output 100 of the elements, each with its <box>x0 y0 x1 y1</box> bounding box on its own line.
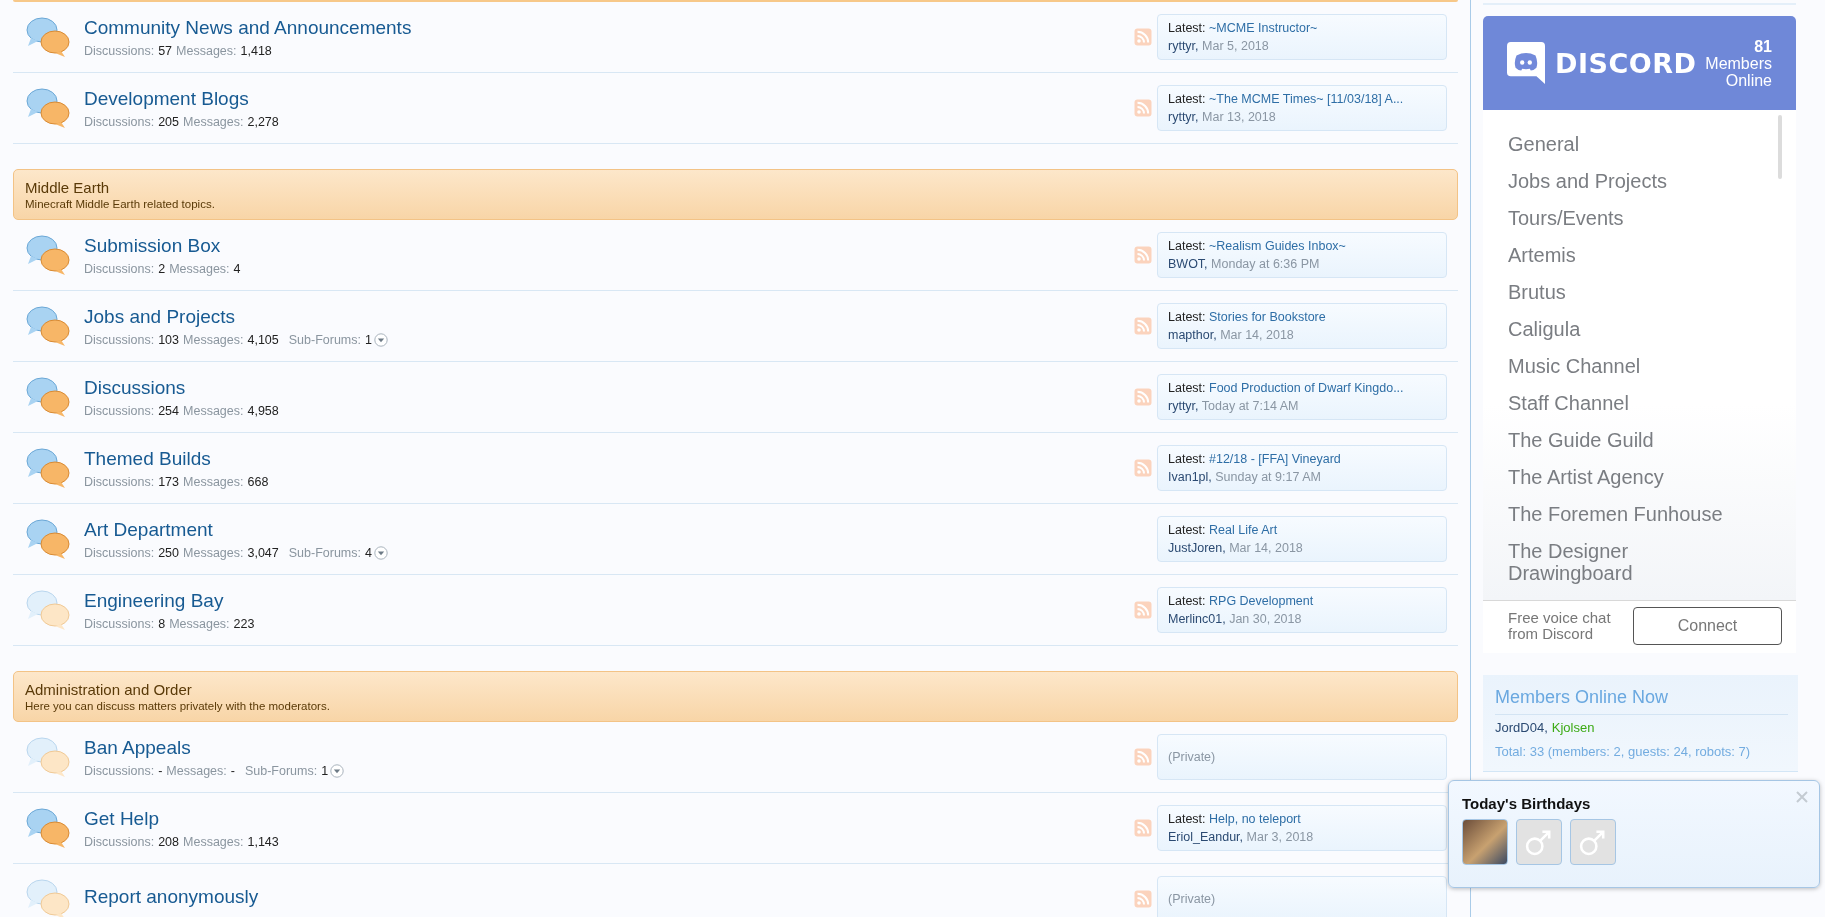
stat-label: Messages: <box>169 261 230 276</box>
default-avatar[interactable] <box>1570 819 1616 865</box>
forum-title-link[interactable]: Get Help <box>84 807 159 830</box>
username-link[interactable]: Merlinc01, <box>1168 612 1226 626</box>
channel-item[interactable]: The Guide Guild <box>1508 424 1743 456</box>
post-date: Monday at 6:36 PM <box>1211 257 1320 271</box>
rss-feed-icon[interactable] <box>1134 99 1152 117</box>
avatar-photo-placeholder[interactable] <box>1462 819 1508 865</box>
post-date: Mar 14, 2018 <box>1220 328 1294 342</box>
channel-item[interactable]: Brutus <box>1508 276 1743 308</box>
stat-label: Discussions: <box>84 474 155 489</box>
stat-label: Discussions: <box>84 114 155 129</box>
stat-value: 250 <box>158 545 180 560</box>
latest-thread-link[interactable]: ~Realism Guides Inbox~ <box>1209 239 1346 253</box>
stat-label: Sub-Forums: <box>288 545 361 560</box>
rss-feed-icon[interactable] <box>1134 388 1152 406</box>
channel-item[interactable]: Artemis <box>1508 239 1743 271</box>
username-link[interactable]: BWOT, <box>1168 257 1208 271</box>
forum-title-link[interactable]: Development Blogs <box>84 87 249 110</box>
dropdown-icon[interactable] <box>373 332 388 347</box>
channel-item[interactable]: Tours/Events <box>1508 202 1743 234</box>
rss-feed-icon[interactable] <box>1134 246 1152 264</box>
post-date: Mar 3, 2018 <box>1246 830 1314 844</box>
latest-label: Latest: <box>1168 812 1206 826</box>
forum-title-link[interactable]: Themed Builds <box>84 447 211 470</box>
post-date: Today at 7:14 AM <box>1201 399 1299 413</box>
forum-title-link[interactable]: Ban Appeals <box>84 736 191 759</box>
post-date: Jan 30, 2018 <box>1229 612 1302 626</box>
member-name-link[interactable]: Kjolsen <box>1551 720 1595 735</box>
latest-thread-link[interactable]: #12/18 - [FFA] Vineyard <box>1209 452 1341 466</box>
stat-label: Messages: <box>183 332 244 347</box>
member-name-link[interactable]: JordD04, <box>1495 720 1548 735</box>
online-total: Total: 33 (members: 2, guests: 24, robots: 7) <box>1495 744 1752 759</box>
default-avatar[interactable] <box>1516 819 1562 865</box>
stat-value: 205 <box>158 114 180 129</box>
stat-label: Messages: <box>183 403 244 418</box>
stat-value: 3,047 <box>247 545 279 560</box>
channel-item[interactable]: The Foremen Funhouse <box>1508 498 1743 530</box>
stat-value: 1,418 <box>240 43 272 58</box>
latest-thread-link[interactable]: RPG Development <box>1209 594 1314 608</box>
latest-thread-link[interactable]: Real Life Art <box>1209 523 1278 537</box>
channel-item[interactable]: Caligula <box>1508 313 1743 345</box>
rss-feed-icon[interactable] <box>1134 317 1152 335</box>
connect-button[interactable]: Connect <box>1633 607 1782 645</box>
private-label: (Private) <box>1168 749 1217 766</box>
username-link[interactable]: ryttyr, <box>1168 39 1199 53</box>
forum-title-link[interactable]: Submission Box <box>84 234 221 257</box>
latest-thread-link[interactable]: ~The MCME Times~ [11/03/18] A... <box>1209 92 1404 106</box>
stat-label: Messages: <box>166 763 227 778</box>
forum-title-link[interactable]: Jobs and Projects <box>84 305 236 328</box>
stat-value: 1 <box>365 332 372 347</box>
dropdown-icon[interactable] <box>330 763 345 778</box>
channel-item[interactable]: Jobs and Projects <box>1508 165 1743 197</box>
username-link[interactable]: ryttyr, <box>1168 399 1199 413</box>
rss-feed-icon[interactable] <box>1134 890 1152 908</box>
latest-label: Latest: <box>1168 594 1206 608</box>
stat-value: 57 <box>158 43 173 58</box>
username-link[interactable]: ryttyr, <box>1168 110 1199 124</box>
category-title[interactable]: Middle Earth <box>25 179 1446 196</box>
forum-title-link[interactable]: Report anonymously <box>84 885 259 908</box>
close-icon[interactable] <box>1796 791 1808 803</box>
channel-item[interactable]: The Artist Agency <box>1508 461 1743 493</box>
stat-value: 4 <box>233 261 241 276</box>
latest-label: Latest: <box>1168 92 1206 106</box>
stat-value: 254 <box>158 403 180 418</box>
rss-feed-icon[interactable] <box>1134 748 1152 766</box>
channel-item[interactable]: The Designer Drawingboard <box>1508 535 1743 589</box>
stat-label: Messages: <box>183 545 244 560</box>
rss-feed-icon[interactable] <box>1134 819 1152 837</box>
stat-value: 103 <box>158 332 180 347</box>
channel-item[interactable]: Staff Channel <box>1508 387 1743 419</box>
scrollbar[interactable] <box>1778 115 1782 179</box>
forum-title-link[interactable]: Art Department <box>84 518 213 541</box>
username-link[interactable]: Eriol_Eandur, <box>1168 830 1244 844</box>
forum-title-link[interactable]: Discussions <box>84 376 186 399</box>
forum-title-link[interactable]: Engineering Bay <box>84 589 224 612</box>
latest-thread-link[interactable]: ~MCME Instructor~ <box>1209 21 1318 35</box>
discord-logo-icon <box>1507 42 1545 84</box>
category-description: Here you can discuss matters privately with the moderators. <box>25 700 331 712</box>
username-link[interactable]: mapthor, <box>1168 328 1217 342</box>
rss-feed-icon[interactable] <box>1134 459 1152 477</box>
channel-item[interactable]: Music Channel <box>1508 350 1743 382</box>
stat-label: Sub-Forums: <box>288 332 361 347</box>
stat-label: Messages: <box>183 834 244 849</box>
stat-value: 4,105 <box>247 332 279 347</box>
rss-feed-icon[interactable] <box>1134 28 1152 46</box>
stat-label: Discussions: <box>84 261 155 276</box>
latest-label: Latest: <box>1168 21 1206 35</box>
latest-label: Latest: <box>1168 523 1206 537</box>
dropdown-icon[interactable] <box>373 545 388 560</box>
latest-thread-link[interactable]: Food Production of Dwarf Kingdo... <box>1209 381 1404 395</box>
rss-feed-icon[interactable] <box>1134 601 1152 619</box>
category-title[interactable]: Administration and Order <box>25 681 1446 698</box>
username-link[interactable]: Ivan1pl, <box>1168 470 1212 484</box>
username-link[interactable]: JustJoren, <box>1168 541 1226 555</box>
latest-thread-link[interactable]: Stories for Bookstore <box>1209 310 1326 324</box>
latest-thread-link[interactable]: Help, no teleport <box>1209 812 1301 826</box>
stat-label: Discussions: <box>84 332 155 347</box>
channel-item[interactable]: General <box>1508 128 1743 160</box>
forum-title-link[interactable]: Community News and Announcements <box>84 16 412 39</box>
